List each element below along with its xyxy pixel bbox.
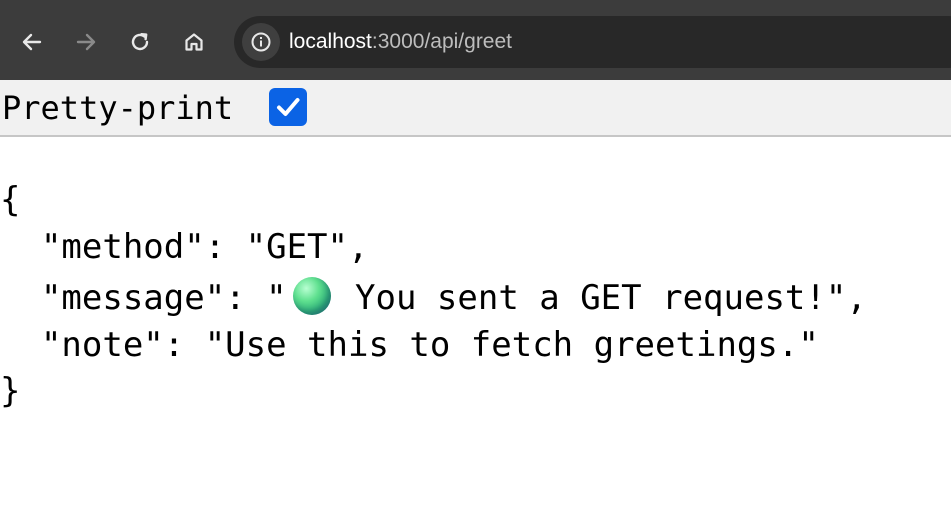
arrow-left-icon [22,33,42,51]
arrow-right-icon [76,33,96,51]
json-line-note: "note": "Use this to fetch greetings." [0,325,819,365]
site-info-button[interactable] [242,23,280,61]
home-icon [185,33,203,51]
pretty-print-bar: Pretty-print [0,80,951,137]
json-close-brace: } [0,371,21,411]
json-message-prefix: "message": " [0,278,287,318]
pretty-print-label: Pretty-print [2,89,234,127]
checkmark-icon [277,98,300,116]
address-bar[interactable]: localhost:3000/api/greet [234,16,951,68]
info-icon [251,32,271,52]
green-orb-emoji [292,277,331,315]
back-button[interactable] [12,22,52,62]
forward-button[interactable] [66,22,106,62]
json-line-method: "method": "GET", [0,227,369,267]
home-button[interactable] [174,22,214,62]
url-text[interactable]: localhost:3000/api/greet [289,30,512,54]
browser-toolbar: localhost:3000/api/greet [0,0,951,80]
json-message-suffix: You sent a GET request!", [334,278,867,318]
json-open-brace: { [0,180,21,220]
reload-button[interactable] [120,22,160,62]
json-body: { "method": "GET", "message": " You sent… [0,178,867,418]
url-host: localhost [289,30,372,53]
pretty-print-checkbox[interactable] [269,88,307,126]
json-line-message: "message": " You sent a GET request!", [0,276,867,320]
reload-icon [131,33,149,51]
url-path: :3000/api/greet [371,30,512,53]
